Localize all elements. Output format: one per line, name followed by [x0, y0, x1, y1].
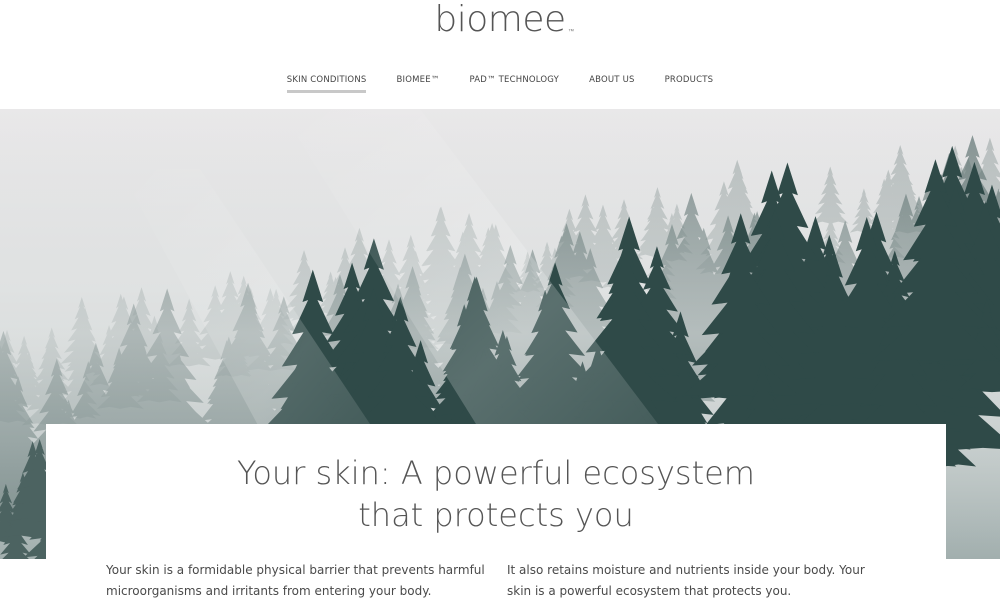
main-nav: SKIN CONDITIONS BIOMEE™ PAD™ TECHNOLOGY … [0, 73, 1000, 95]
logo-link[interactable]: biomee ™ [0, 0, 1000, 44]
nav-item-about-us[interactable]: ABOUT US [574, 73, 650, 95]
intro-text-left: Your skin is a formidable physical barri… [106, 563, 485, 598]
page-headline: Your skin: A powerful ecosystem that pro… [46, 452, 946, 536]
nav-item-biomee[interactable]: BIOMEE™ [381, 73, 454, 95]
logo-text: biomee [434, 0, 566, 40]
intro-card: Your skin: A powerful ecosystem that pro… [46, 424, 946, 600]
headline-line-1: Your skin: A powerful ecosystem [237, 454, 755, 492]
logo: biomee ™ [434, 0, 574, 40]
nav-item-products[interactable]: PRODUCTS [650, 73, 729, 95]
nav-item-skin-conditions[interactable]: SKIN CONDITIONS [272, 73, 382, 95]
trademark-mark: ™ [568, 28, 574, 35]
intro-text-right: It also retains moisture and nutrients i… [507, 563, 865, 598]
site-header: biomee ™ SKIN CONDITIONS BIOMEE™ PAD™ TEC… [0, 0, 1000, 109]
headline-line-2: that protects you [358, 496, 634, 534]
nav-item-pad-technology[interactable]: PAD™ TECHNOLOGY [455, 73, 575, 95]
